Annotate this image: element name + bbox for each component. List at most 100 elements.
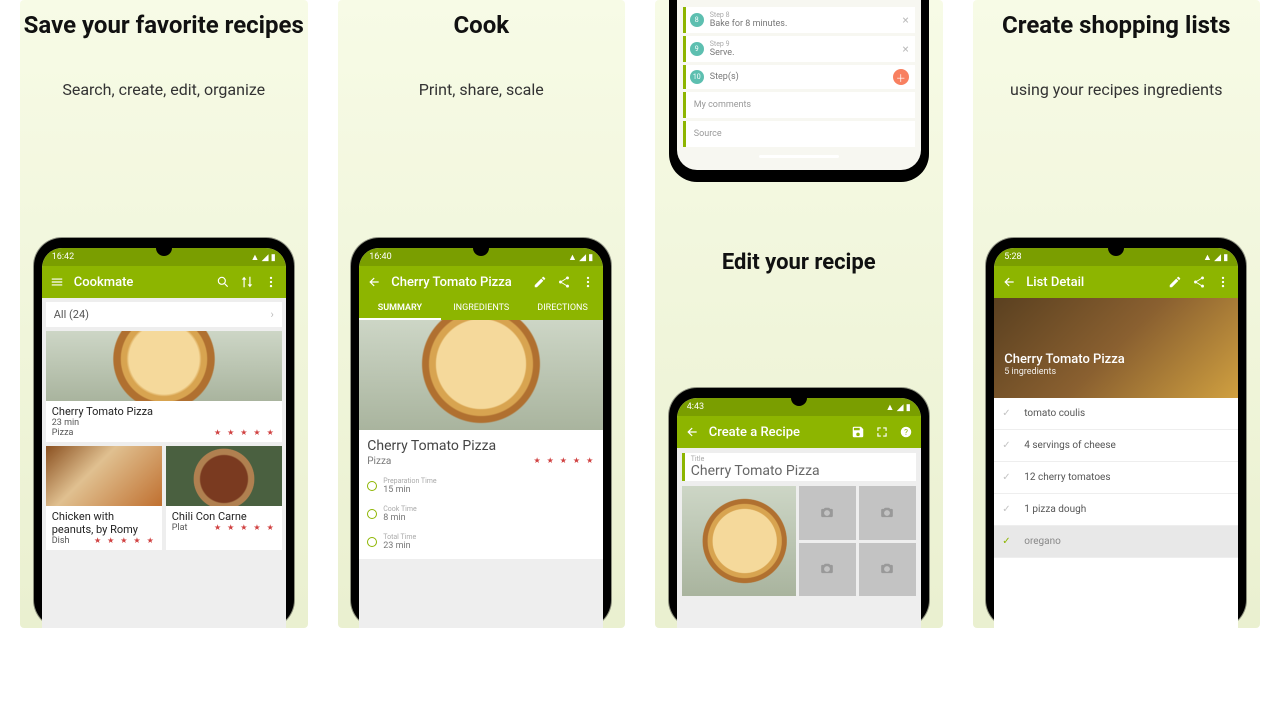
- recipe-category: Pizza: [367, 456, 391, 467]
- main-image[interactable]: [682, 486, 796, 596]
- tab-ingredients[interactable]: INGREDIENTS: [441, 298, 522, 320]
- step-text: Bake for 8 minutes.: [710, 19, 788, 29]
- promo-panel-shopping: Create shopping lists using your recipes…: [973, 0, 1261, 628]
- step-row[interactable]: 9 Step 9 Serve. ×: [683, 36, 915, 62]
- category-filter[interactable]: All (24) ›: [46, 302, 282, 327]
- time-dot-icon: [367, 537, 377, 547]
- panel-subtitle: using your recipes ingredients: [973, 80, 1261, 99]
- list-hero-title: Cherry Tomato Pizza: [1004, 352, 1228, 367]
- recipe-card[interactable]: Chili Con Carne Plat ★ ★ ★ ★ ★: [166, 446, 282, 550]
- phone-frame: 16:42 ▲ ◢ ▮ Cookmate All (24) › Cherry: [34, 238, 294, 628]
- nav-bar-handle: [759, 155, 839, 158]
- ingredient-row[interactable]: ✓ 12 cherry tomatoes: [994, 462, 1238, 494]
- ingredient-text: 12 cherry tomatoes: [1024, 472, 1110, 483]
- recipe-category: Plat: [172, 523, 188, 533]
- panel-subtitle: Print, share, scale: [338, 80, 626, 99]
- ingredient-text: tomato coulis: [1024, 408, 1085, 419]
- svg-text:?: ?: [904, 427, 908, 437]
- expand-icon[interactable]: [875, 425, 889, 439]
- time-label: Total Time: [383, 533, 416, 541]
- step-text: Serve.: [710, 48, 735, 58]
- app-title: Cherry Tomato Pizza: [391, 275, 523, 290]
- rating-stars: ★ ★ ★ ★ ★: [214, 523, 276, 533]
- step-label: Step 8: [710, 11, 788, 19]
- add-image-placeholder[interactable]: [799, 486, 856, 540]
- edit-icon[interactable]: [1168, 275, 1182, 289]
- input-label: Title: [691, 455, 910, 463]
- add-image-placeholder[interactable]: [799, 543, 856, 597]
- time-label: Cook Time: [383, 505, 416, 513]
- image-grid: [682, 486, 916, 596]
- time-value: 15 min: [383, 485, 436, 495]
- ingredient-text: oregano: [1024, 536, 1061, 547]
- title-input[interactable]: Title Cherry Tomato Pizza: [682, 453, 916, 481]
- share-icon[interactable]: [1192, 275, 1206, 289]
- edit-icon[interactable]: [533, 275, 547, 289]
- list-hero: Cherry Tomato Pizza 5 ingredients: [994, 298, 1238, 398]
- recipe-card[interactable]: Chicken with peanuts, by Romy Dish ★ ★ ★…: [46, 446, 162, 550]
- panel-title: Edit your recipe: [655, 250, 943, 275]
- comments-field[interactable]: My comments: [683, 92, 915, 118]
- prep-time-row: Preparation Time 15 min: [367, 477, 595, 495]
- recipe-category: Pizza: [52, 428, 74, 438]
- app-bar: List Detail: [994, 266, 1238, 298]
- recipe-title: Chili Con Carne: [172, 510, 276, 523]
- save-icon[interactable]: [851, 425, 865, 439]
- recipe-image: [166, 446, 282, 506]
- add-step-row[interactable]: 10 Step(s) ＋: [683, 65, 915, 89]
- back-icon[interactable]: [685, 425, 699, 439]
- back-icon[interactable]: [1002, 275, 1016, 289]
- phone-frame-top: 8 Step 8 Bake for 8 minutes. × 9 Step 9 …: [669, 0, 929, 182]
- promo-panel-cook: Cook Print, share, scale 16:40 ▲ ◢ ▮ Che…: [338, 0, 626, 628]
- more-icon[interactable]: [581, 275, 595, 289]
- add-icon[interactable]: ＋: [893, 69, 909, 85]
- ingredient-row[interactable]: ✓4 servings of cheese: [994, 430, 1238, 462]
- step-label: Step 9: [710, 40, 735, 48]
- phone-frame: 5:28 ▲ ◢ ▮ List Detail Cherry Tomato Piz…: [986, 238, 1246, 628]
- recipe-category: Dish: [52, 536, 70, 546]
- app-bar: Cookmate: [42, 266, 286, 298]
- step-row[interactable]: 8 Step 8 Bake for 8 minutes. ×: [683, 7, 915, 33]
- recipe-title: Cherry Tomato Pizza: [367, 438, 595, 454]
- sort-icon[interactable]: [240, 275, 254, 289]
- tab-summary[interactable]: SUMMARY: [359, 298, 440, 320]
- delete-step-icon[interactable]: ×: [902, 42, 908, 56]
- add-image-placeholder[interactable]: [859, 543, 916, 597]
- step-number: 10: [690, 70, 704, 84]
- source-field[interactable]: Source: [683, 121, 915, 147]
- add-image-placeholder[interactable]: [859, 486, 916, 540]
- status-icons: ▲ ◢ ▮: [568, 252, 593, 263]
- check-icon: ✓: [1002, 536, 1010, 547]
- status-icons: ▲ ◢ ▮: [1203, 252, 1228, 263]
- help-icon[interactable]: ?: [899, 425, 913, 439]
- recipe-card[interactable]: Cherry Tomato Pizza 23 min Pizza ★ ★ ★ ★…: [46, 331, 282, 442]
- status-time: 5:28: [1004, 252, 1021, 262]
- input-value: Cherry Tomato Pizza: [691, 463, 910, 479]
- panel-title: Create shopping lists: [973, 12, 1261, 40]
- time-value: 23 min: [383, 541, 416, 551]
- menu-icon[interactable]: [50, 275, 64, 289]
- chevron-right-icon: ›: [270, 308, 273, 321]
- more-icon[interactable]: [1216, 275, 1230, 289]
- step-number: 9: [690, 42, 704, 56]
- search-icon[interactable]: [216, 275, 230, 289]
- share-icon[interactable]: [557, 275, 571, 289]
- total-time-row: Total Time 23 min: [367, 533, 595, 551]
- time-dot-icon: [367, 481, 377, 491]
- panel-subtitle: Search, create, edit, organize: [20, 80, 308, 99]
- tab-directions[interactable]: DIRECTIONS: [522, 298, 603, 320]
- check-icon: ✓: [1002, 472, 1010, 483]
- tab-bar: SUMMARY INGREDIENTS DIRECTIONS: [359, 298, 603, 320]
- app-bar: Create a Recipe ?: [677, 416, 921, 448]
- ingredient-text: 4 servings of cheese: [1024, 440, 1116, 451]
- ingredient-row-selected[interactable]: ✓ oregano: [994, 526, 1238, 558]
- filter-label: All (24): [54, 308, 89, 321]
- more-icon[interactable]: [264, 275, 278, 289]
- ingredient-row[interactable]: ✓1 pizza dough: [994, 494, 1238, 526]
- recipe-title: Chicken with peanuts, by Romy: [52, 510, 156, 536]
- status-time: 16:42: [52, 252, 74, 262]
- back-icon[interactable]: [367, 275, 381, 289]
- ingredient-row[interactable]: ✓tomato coulis: [994, 398, 1238, 430]
- cook-time-row: Cook Time 8 min: [367, 505, 595, 523]
- delete-step-icon[interactable]: ×: [902, 13, 908, 27]
